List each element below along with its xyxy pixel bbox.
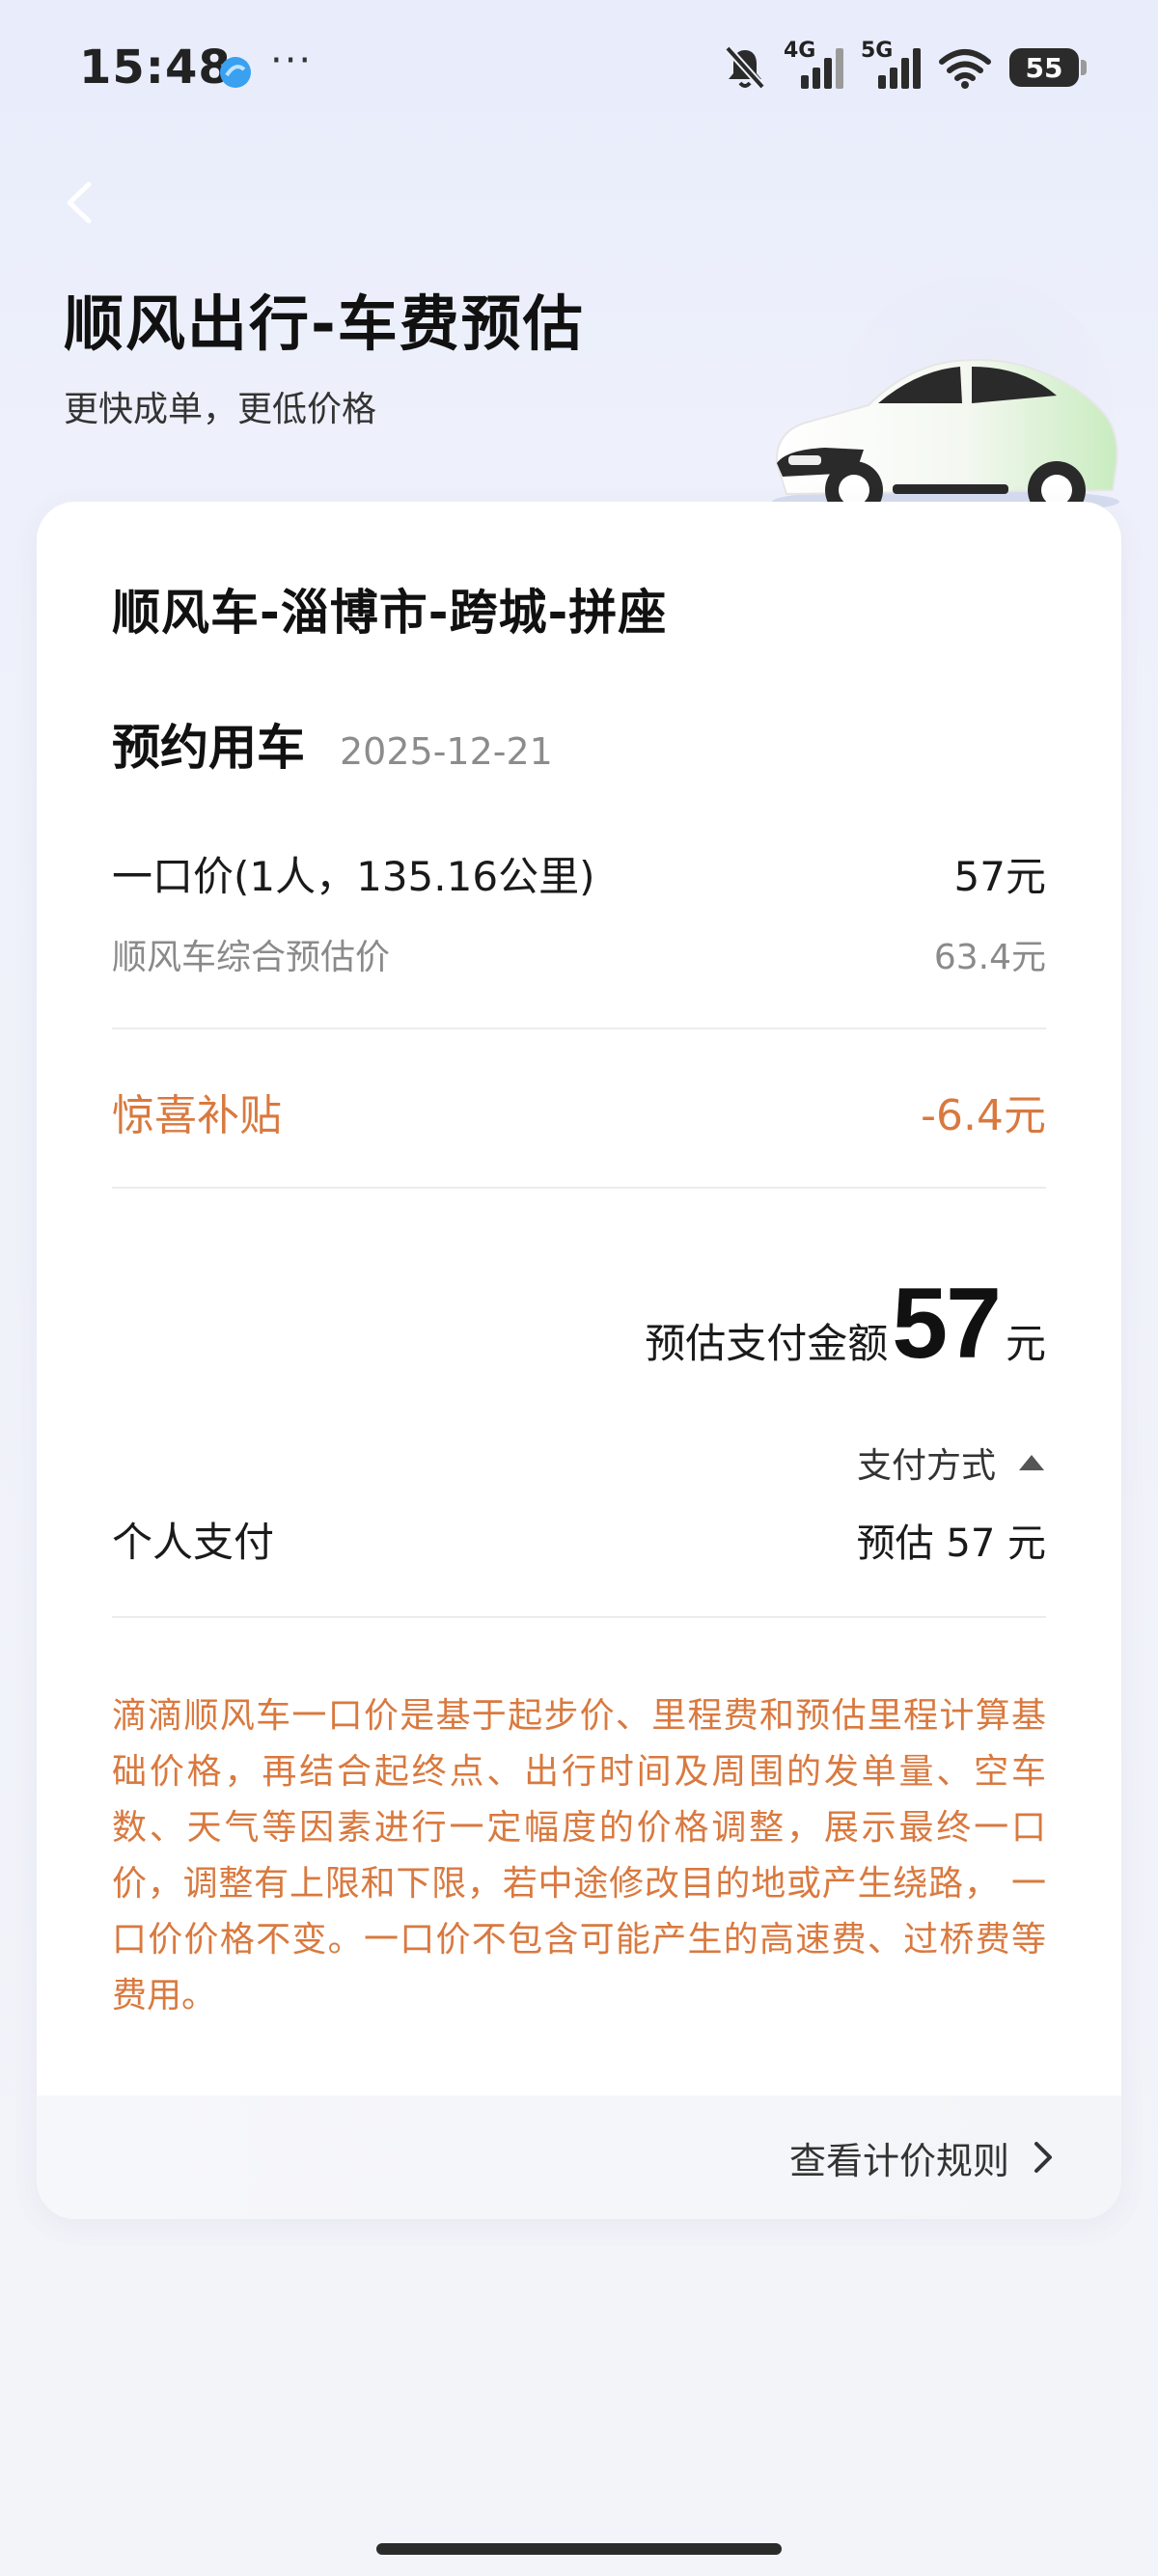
fixed-price-label: 一口价(1人，135.16公里) [112, 853, 595, 900]
estimate-row: 顺风车综合预估价 63.4元 [112, 929, 1046, 979]
total-amount: 57 [892, 1268, 1002, 1380]
signal-4g-icon: 4G [784, 39, 843, 93]
divider [112, 1028, 1046, 1029]
personal-payment-row: 个人支付 预估 57 元 [112, 1510, 1046, 1569]
fixed-price-row: 一口价(1人，135.16公里) 57元 [112, 844, 1046, 903]
chevron-left-icon[interactable] [60, 178, 98, 227]
status-time: 15:48 [79, 41, 232, 95]
subsidy-row: 惊喜补贴 -6.4元 [112, 1081, 1046, 1142]
bell-off-icon [725, 45, 765, 90]
pricing-note: 滴滴顺风车一口价是基于起步价、里程费和预估里程计算基础价格，再结合起终点、出行时… [112, 1696, 1046, 2015]
total-payment-row: 预估支付金额 57 元 [645, 1274, 1046, 1374]
wifi-icon [939, 49, 991, 89]
status-icons: 4G 5G 55 [724, 39, 1087, 96]
personal-payment-value: 预估 57 元 [856, 1521, 1046, 1566]
personal-payment-label: 个人支付 [112, 1519, 275, 1566]
estimate-value: 63.4元 [933, 938, 1046, 977]
estimate-label: 顺风车综合预估价 [112, 938, 391, 977]
booking-row: 预约用车 2025-12-21 [112, 709, 553, 779]
total-unit: 元 [1005, 1320, 1046, 1367]
subsidy-label: 惊喜补贴 [112, 1091, 282, 1140]
chevron-right-icon [1034, 2142, 1052, 2173]
app-notification-icon [220, 57, 251, 88]
route-title: 顺风车-淄博市-跨城-拼座 [112, 585, 668, 641]
signal-5g-icon: 5G [861, 39, 921, 93]
booking-label: 预约用车 [112, 720, 305, 776]
home-indicator[interactable] [376, 2543, 782, 2555]
divider [112, 1187, 1046, 1189]
payment-method-label: 支付方式 [856, 1446, 996, 1486]
page-subtitle: 更快成单，更低价格 [64, 390, 377, 429]
pricing-rules-link[interactable]: 查看计价规则 [789, 2096, 1054, 2219]
caret-up-icon [1019, 1455, 1044, 1470]
fare-estimate-card: 顺风车-淄博市-跨城-拼座 预约用车 2025-12-21 一口价(1人，135… [37, 502, 1121, 2219]
card-footer: 查看计价规则 [37, 2096, 1121, 2219]
status-bar: 15:48 ··· 4G 5G 55 [0, 0, 1158, 135]
booking-date: 2025-12-21 [340, 730, 553, 773]
page-title: 顺风出行-车费预估 [64, 288, 585, 359]
pricing-rules-label: 查看计价规则 [788, 2139, 1009, 2182]
divider [112, 1616, 1046, 1618]
fixed-price-value: 57元 [953, 853, 1046, 900]
total-label: 预估支付金额 [645, 1320, 889, 1367]
more-notifications-icon: ··· [270, 39, 314, 83]
payment-method-toggle[interactable]: 支付方式 [857, 1438, 1046, 1488]
battery-icon: 55 [1009, 48, 1087, 87]
subsidy-value: -6.4元 [921, 1091, 1046, 1140]
